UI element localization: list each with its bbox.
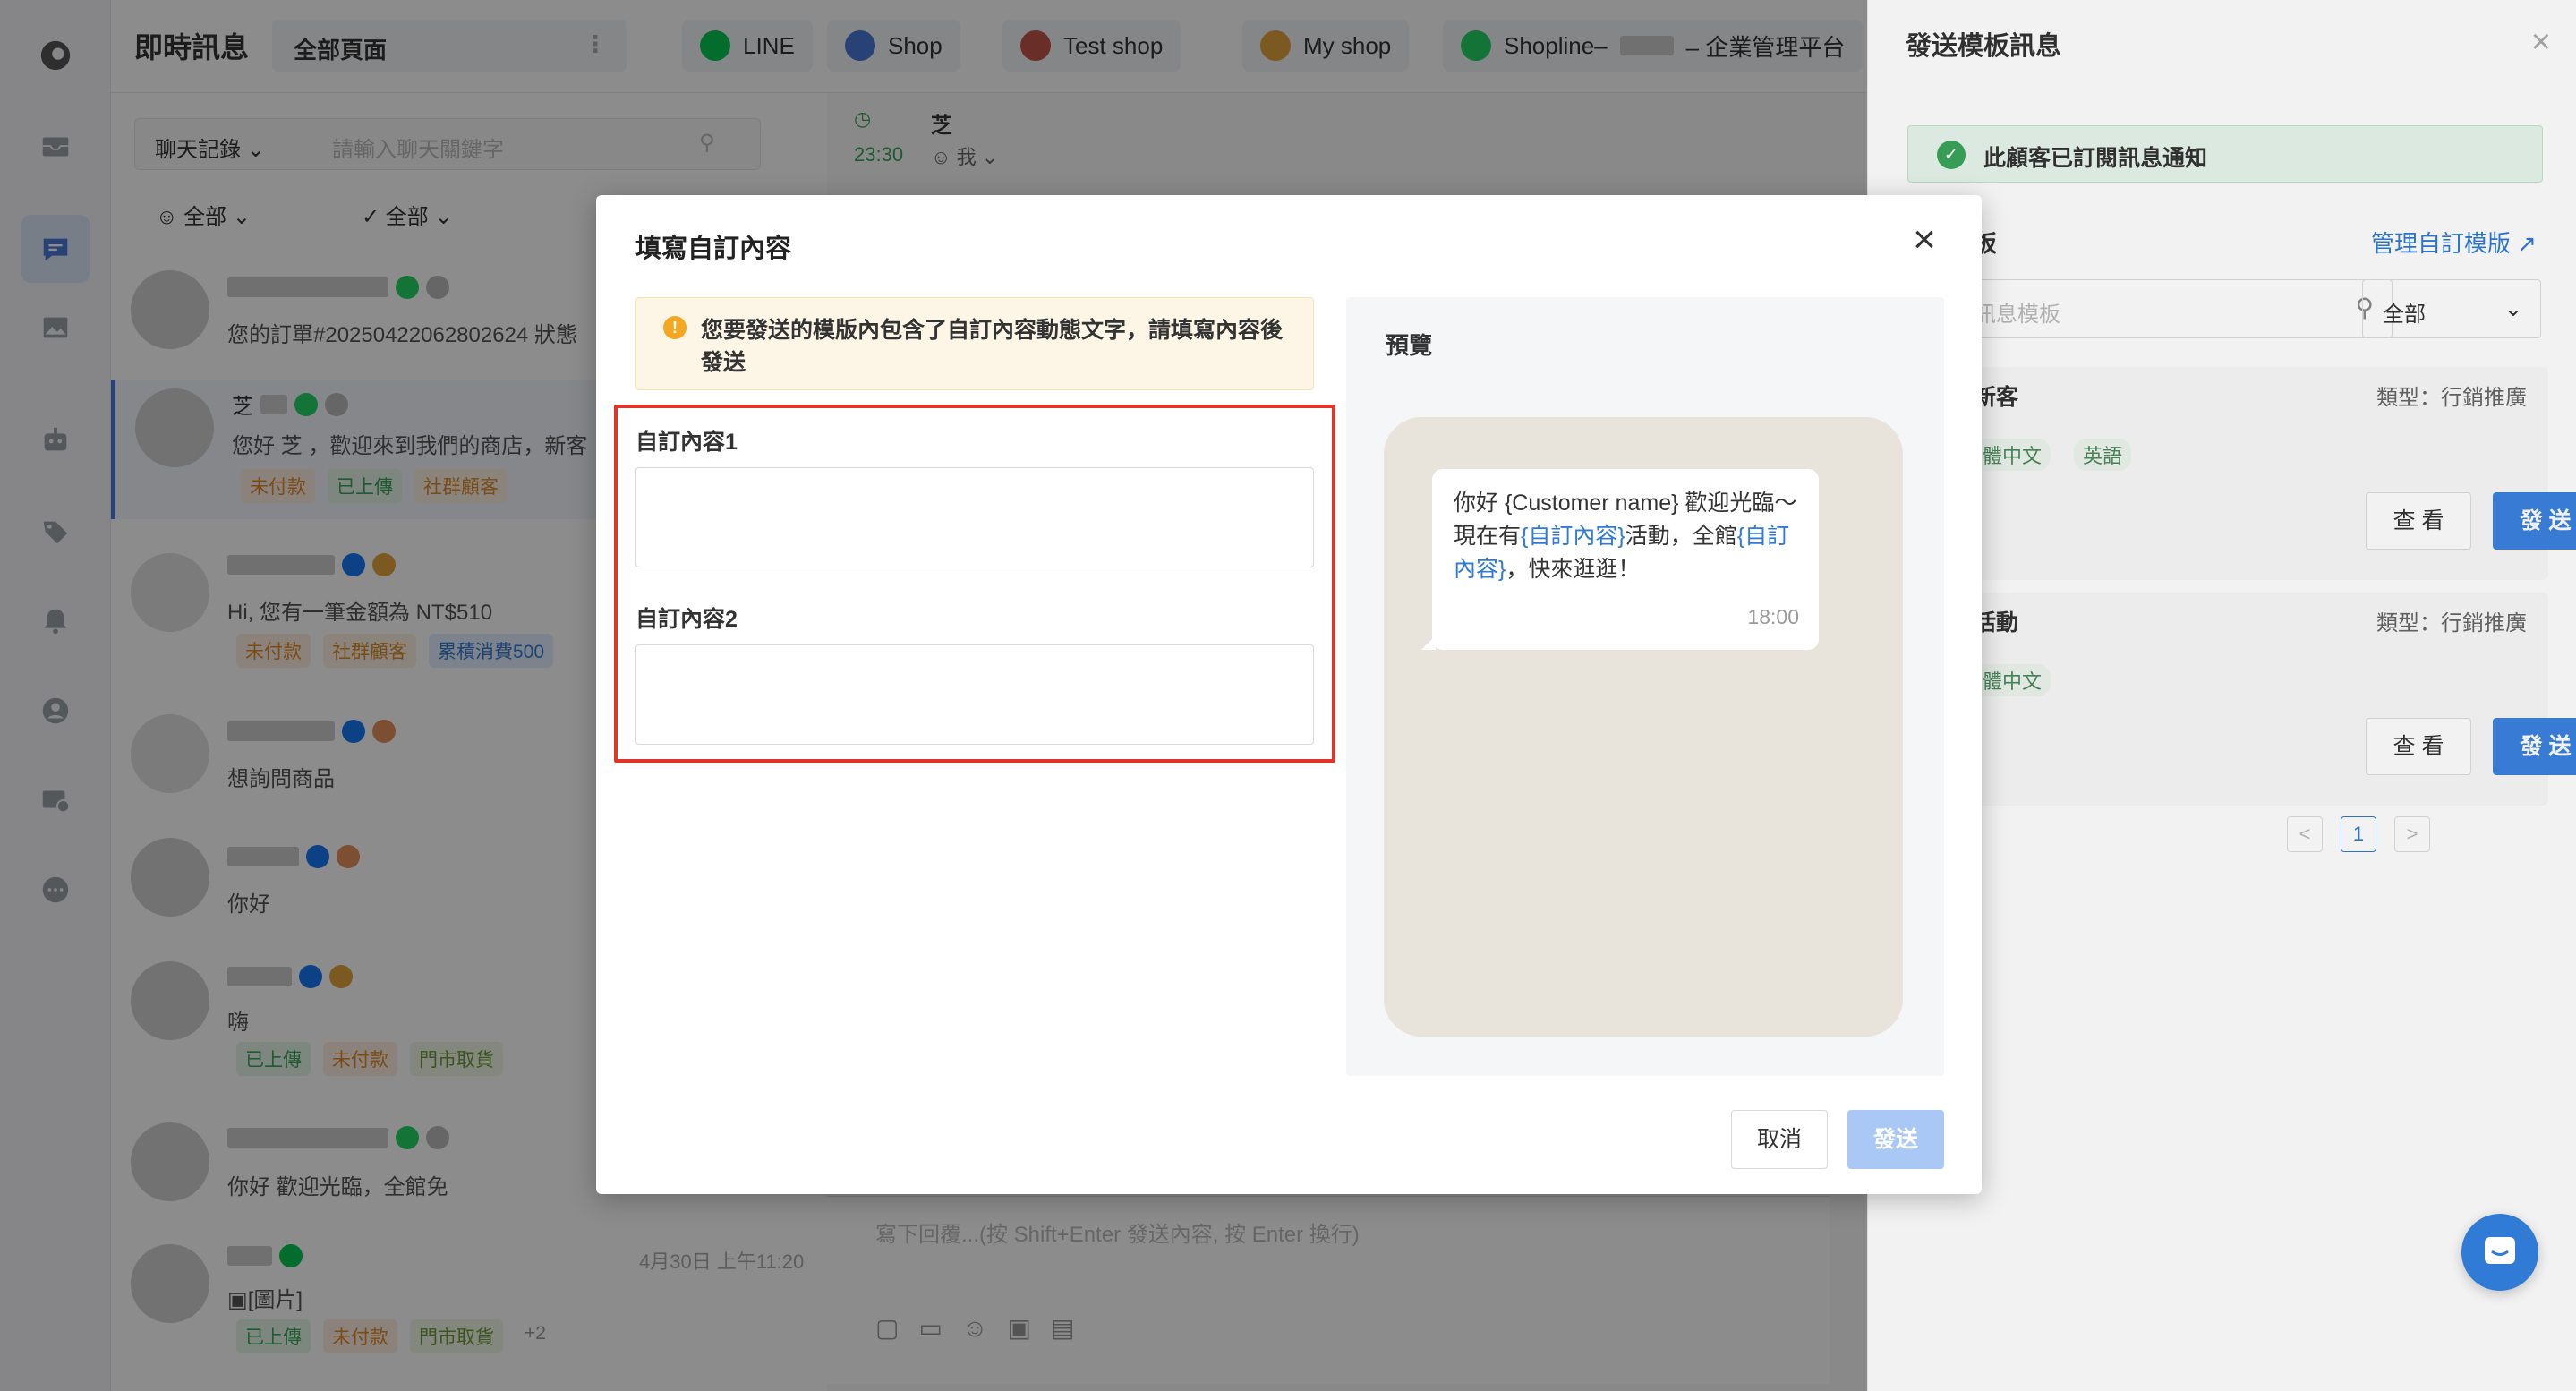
message-text: 活動，全館 (1625, 524, 1737, 549)
preview-pane: 預覽 你好 {Customer name} 歡迎光臨～現在有{自訂內容}活動，全… (1346, 297, 1944, 1076)
custom-field-1-input[interactable] (635, 467, 1314, 567)
preview-title: 預覽 (1386, 332, 1433, 359)
warning-icon: ! (663, 316, 687, 339)
custom-field-1-label: 自訂內容1 (635, 430, 738, 455)
preview-message-bubble: 你好 {Customer name} 歡迎光臨～現在有{自訂內容}活動，全館{自… (1421, 469, 1819, 650)
message-time: 18:00 (1747, 605, 1799, 628)
custom-field-2-label: 自訂內容2 (635, 607, 738, 632)
phone-mockup: 你好 {Customer name} 歡迎光臨～現在有{自訂內容}活動，全館{自… (1384, 417, 1903, 1037)
message-text: ，快來逛逛！ (1506, 557, 1641, 582)
custom-content-modal: 填寫自訂內容 × ! 您要發送的模版內包含了自訂內容動態文字，請填寫內容後發送 … (596, 195, 1982, 1194)
bubble-tail (1421, 636, 1436, 650)
modal-title: 填寫自訂內容 (635, 235, 792, 263)
warning-notice: ! 您要發送的模版內包含了自訂內容動態文字，請填寫內容後發送 (635, 297, 1314, 390)
chat-icon (2485, 1237, 2515, 1264)
variable-placeholder: {自訂內容} (1521, 524, 1625, 549)
custom-field-2-input[interactable] (635, 644, 1314, 745)
support-chat-button[interactable] (2461, 1214, 2538, 1291)
warning-text: 您要發送的模版內包含了自訂內容動態文字，請填寫內容後發送 (701, 318, 1284, 375)
cancel-button[interactable]: 取消 (1731, 1110, 1828, 1169)
close-icon[interactable]: × (1906, 220, 1942, 260)
send-button[interactable]: 發送 (1847, 1110, 1944, 1169)
